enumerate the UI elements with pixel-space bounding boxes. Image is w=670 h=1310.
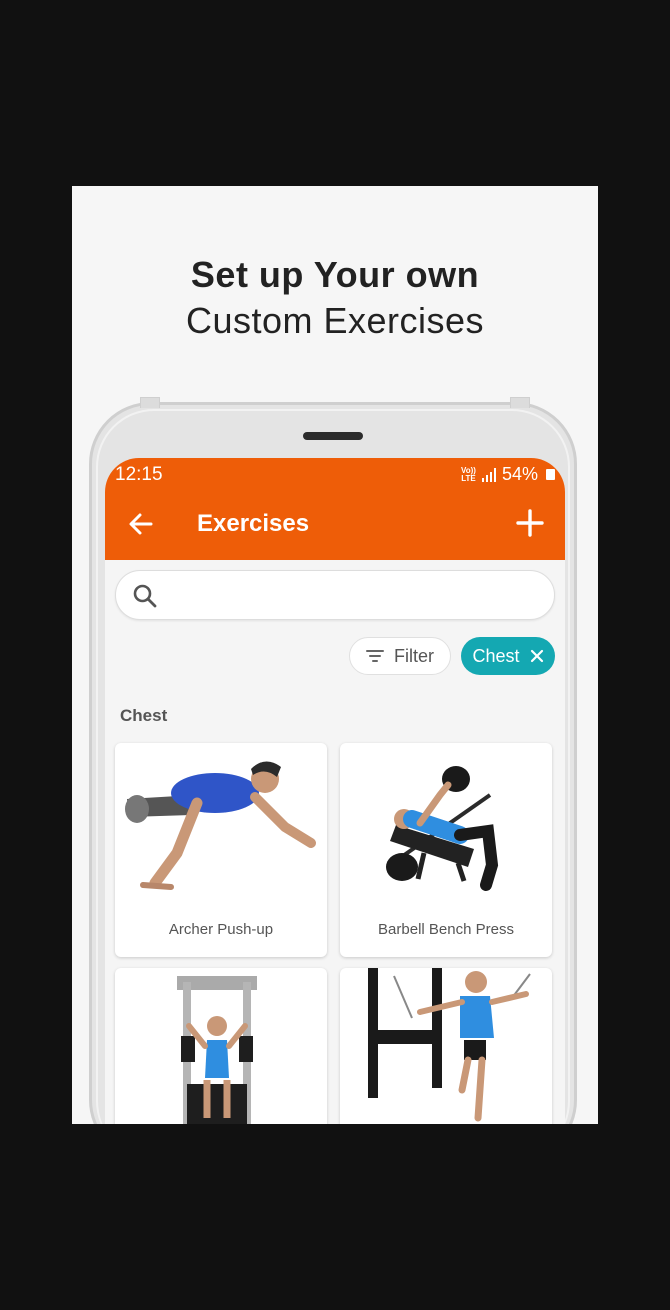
active-filter-chip[interactable]: Chest: [461, 637, 555, 675]
search-icon: [133, 584, 157, 608]
exercise-card[interactable]: Barbell Bench Press: [340, 743, 552, 957]
exercise-card[interactable]: [340, 968, 552, 1124]
phone-side-button: [510, 397, 530, 408]
phone-speaker: [303, 432, 363, 440]
filter-button[interactable]: Filter: [349, 637, 451, 675]
volte-icon: Vo)) LTE: [461, 466, 476, 483]
chip-label: Chest: [472, 645, 520, 666]
page-title: Exercises: [197, 510, 310, 537]
signal-icon: [481, 467, 496, 482]
filter-icon: [366, 650, 384, 662]
phone-side-button: [140, 397, 160, 408]
section-heading: Chest: [120, 706, 168, 725]
status-icons: Vo)) LTE 54%: [461, 464, 555, 485]
promo-line-1: Set up Your own: [190, 254, 480, 295]
status-time: 12:15: [115, 464, 163, 485]
promo-card: Set up Your own Custom Exercises 12:15 V…: [72, 186, 598, 1124]
exercise-card[interactable]: [115, 968, 327, 1124]
promo-line-2: Custom Exercises: [185, 300, 485, 341]
exercise-name: Archer Push-up: [168, 921, 274, 938]
exercise-illustration: [368, 968, 531, 1122]
exercise-illustration: [386, 766, 499, 891]
exercise-name: Barbell Bench Press: [378, 921, 514, 938]
arrow-left-icon[interactable]: [125, 508, 157, 540]
exercise-illustration: [125, 761, 316, 890]
close-icon[interactable]: [530, 649, 544, 663]
phone-frame: 12:15 Vo)) LTE 54% Exercises Filter Ches…: [89, 397, 577, 1124]
promo-headline: Set up Your own Custom Exercises: [72, 252, 598, 344]
exercise-card[interactable]: Archer Push-up: [115, 743, 327, 957]
app-bar: 12:15 Vo)) LTE 54% Exercises: [105, 458, 565, 560]
battery-icon: [546, 469, 555, 480]
battery-percent: 54%: [501, 464, 538, 484]
plus-icon[interactable]: [515, 508, 545, 538]
filter-label: Filter: [394, 645, 434, 666]
app-screen: 12:15 Vo)) LTE 54% Exercises Filter Ches…: [105, 458, 565, 1124]
volte-bottom: LTE: [461, 473, 476, 483]
search-input[interactable]: [115, 570, 555, 620]
exercise-illustration: [177, 976, 257, 1124]
